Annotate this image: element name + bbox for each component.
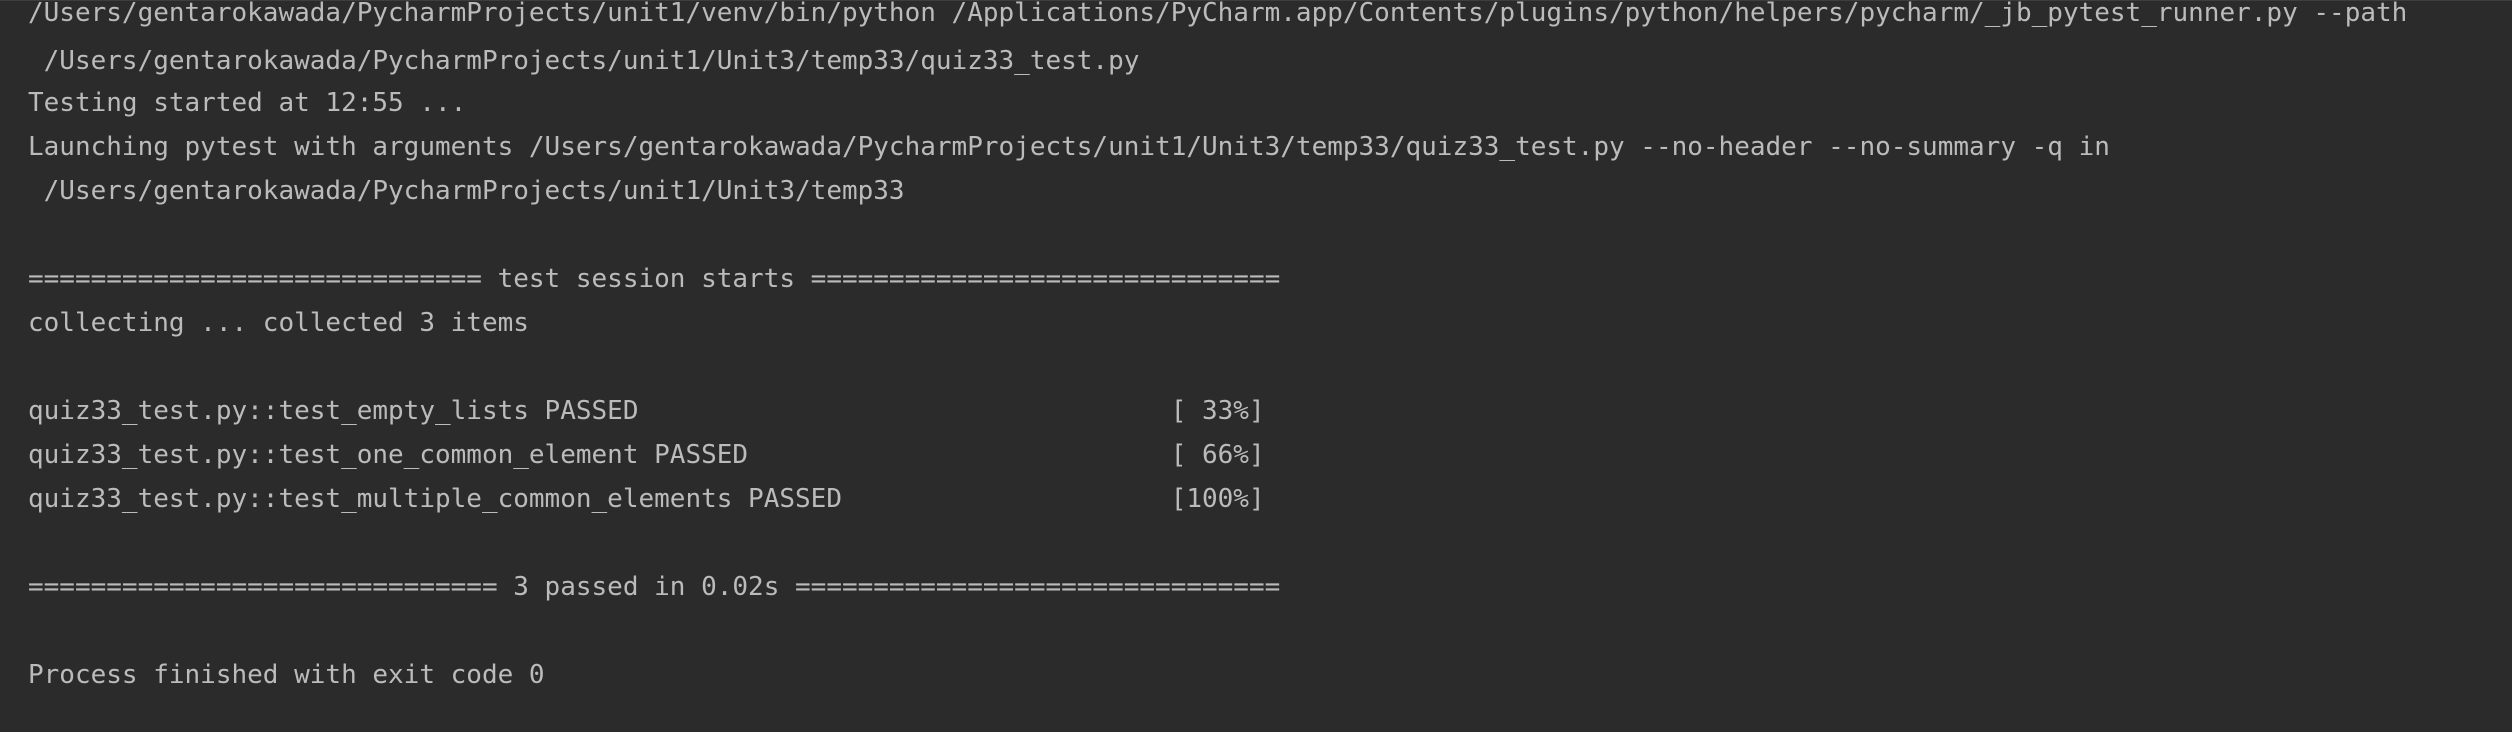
console-line-launching-pytest: Launching pytest with arguments /Users/g… — [28, 132, 2110, 162]
console-line-launching-path: /Users/gentarokawada/PycharmProjects/uni… — [28, 176, 905, 206]
console-line-passed-summary: ============================== 3 passed … — [28, 572, 1281, 602]
console-line-collecting: collecting ... collected 3 items — [28, 308, 529, 338]
console-line-command: /Users/gentarokawada/PycharmProjects/uni… — [28, 0, 2408, 28]
console-line-test-empty-lists: quiz33_test.py::test_empty_lists PASSED … — [28, 396, 1265, 426]
console-line-testing-started: Testing started at 12:55 ... — [28, 88, 467, 118]
console-line-command-path: /Users/gentarokawada/PycharmProjects/uni… — [28, 46, 1140, 76]
console-line-test-multiple-common-elements: quiz33_test.py::test_multiple_common_ele… — [28, 484, 1265, 514]
console-line-process-finished: Process finished with exit code 0 — [28, 660, 545, 690]
run-console-output: /Users/gentarokawada/PycharmProjects/uni… — [0, 0, 2512, 732]
console-line-session-starts: ============================= test sessi… — [28, 264, 1281, 294]
console-line-test-one-common-element: quiz33_test.py::test_one_common_element … — [28, 440, 1265, 470]
